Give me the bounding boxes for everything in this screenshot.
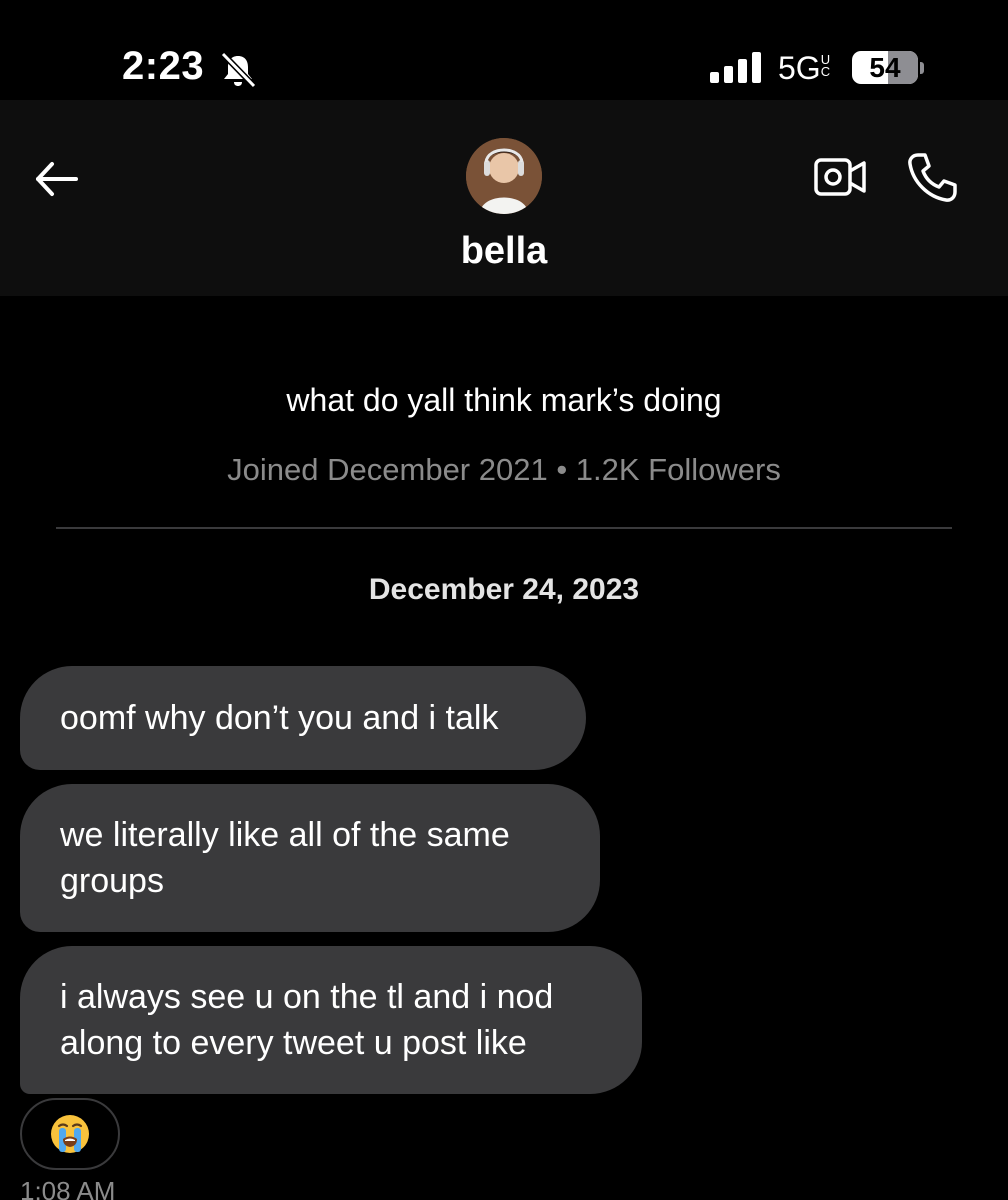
cellular-signal-icon [710, 52, 761, 83]
conversation-date: December 24, 2023 [368, 573, 640, 606]
profile-bio: what do yall think mark’s doing [286, 382, 722, 418]
reaction-badge[interactable]: 😭 [20, 1098, 120, 1170]
back-arrow-icon[interactable] [30, 152, 84, 206]
profile-meta: Joined December 2021 • 1.2K Followers [227, 452, 781, 487]
status-time: 2:23 [122, 44, 205, 88]
phone-icon[interactable] [904, 150, 960, 206]
message-bubble[interactable]: oomf why don’t you and i talk [20, 666, 586, 770]
battery-indicator: 54 [852, 51, 918, 84]
conversation-title[interactable]: bella [0, 230, 1008, 273]
network-suffix: UC [820, 52, 831, 79]
avatar-image [466, 138, 542, 214]
bell-slash-icon [220, 51, 257, 89]
message-text: we literally like all of the same groups [60, 816, 510, 900]
message-timestamp: 1:08 AM [20, 1176, 116, 1200]
network-type: 5G [778, 50, 821, 86]
dm-conversation-screen: 2:23 5GUC 54 bella what do yall think ma… [0, 0, 1008, 1200]
conversation-header: bella [0, 100, 1008, 296]
network-label: 5GUC [778, 50, 831, 87]
battery-nub [920, 62, 924, 74]
avatar[interactable] [466, 138, 542, 214]
message-bubble[interactable]: we literally like all of the same groups [20, 784, 600, 932]
message-text: oomf why don’t you and i talk [60, 699, 499, 737]
divider [56, 527, 952, 529]
message-text: i always see u on the tl and i nod along… [60, 978, 554, 1062]
battery-percent: 54 [869, 51, 901, 83]
message-bubble[interactable]: i always see u on the tl and i nod along… [20, 946, 642, 1094]
loudly-crying-face-icon [51, 1115, 89, 1153]
video-camera-icon[interactable] [812, 154, 868, 200]
